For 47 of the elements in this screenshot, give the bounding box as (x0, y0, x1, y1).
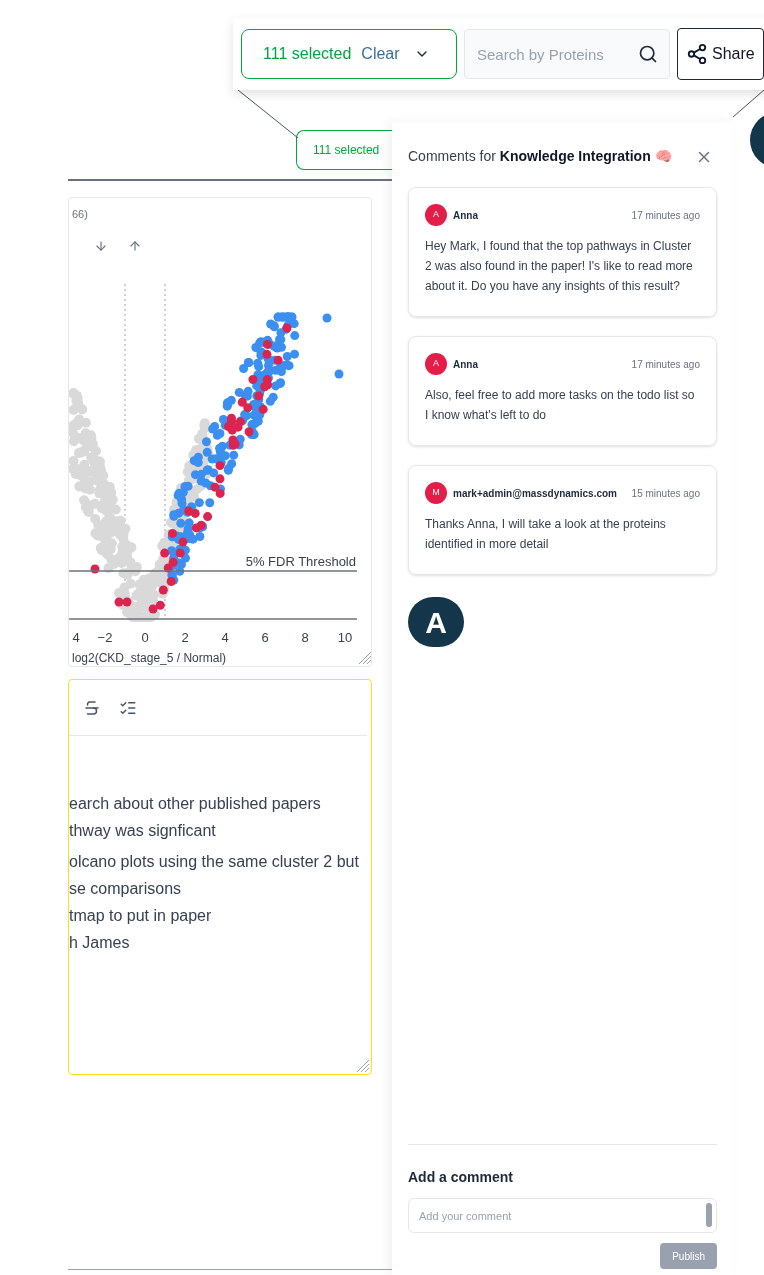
strikethrough-icon[interactable] (83, 698, 101, 717)
comment-time: 17 minutes ago (631, 357, 700, 372)
avatar: A (425, 204, 447, 226)
axis-tick-label: 6 (261, 630, 269, 645)
selection-count: 111 selected (263, 44, 352, 64)
callout-connector (236, 88, 300, 140)
search-icon[interactable] (638, 44, 658, 64)
axis-tick-label: 8 (301, 630, 309, 645)
note-line: tmap to put in paper (69, 906, 213, 926)
comment-text: Thanks Anna, I will take a look at the proteins identified in more detail (425, 516, 667, 553)
selection-dropdown[interactable]: 111 selected Clear (241, 29, 457, 79)
axis-tick-label: 0 (141, 630, 149, 645)
panel-title: Comments for Knowledge Integration 🧠 (408, 147, 672, 166)
comment-time: 15 minutes ago (631, 486, 700, 501)
clear-link[interactable]: Clear (361, 42, 400, 66)
note-line: earch about other published papers (69, 794, 322, 814)
arrow-down-icon[interactable] (94, 239, 108, 253)
note-line: thway was signficant (69, 821, 217, 841)
axis-tick-label: −2 (97, 630, 113, 645)
comment-text: Also, feel free to add more tasks on the todo list so I know what's left to do (425, 387, 696, 424)
plot-title: 66) (72, 208, 88, 220)
scrollbar-thumb[interactable] (706, 1203, 712, 1227)
axis-label: log2(CKD_stage_5 / Normal) (72, 651, 227, 665)
resize-handle-icon[interactable] (356, 1059, 370, 1073)
comment-text: Hey Mark, I found that the top pathways in Cluster 2 was also found in the paper! I's like to read more about it. Do you have any insights of this result? (425, 238, 694, 295)
comment-author: Anna (453, 357, 478, 372)
avatar: A (425, 353, 447, 375)
resize-handle-icon[interactable] (358, 651, 372, 665)
axis-tick-label: 10 (337, 630, 353, 645)
search-field[interactable]: Search by Proteins (464, 29, 670, 79)
axis-tick-label: 4 (72, 630, 80, 645)
avatar: M (425, 482, 447, 504)
comment-input[interactable]: Add your comment (408, 1198, 717, 1233)
note-line: olcano plots using the same cluster 2 but (69, 852, 360, 872)
note-line: se comparisons (69, 879, 183, 899)
add-comment-heading: Add a comment (408, 1168, 514, 1187)
threshold-label: 5% FDR Threshold (245, 554, 356, 569)
callout-connector (732, 88, 764, 118)
share-button[interactable]: Share (677, 28, 764, 80)
comment-author: mark+admin@massdynamics.com (453, 486, 617, 501)
axis-tick-label: 4 (221, 630, 229, 645)
share-icon (686, 43, 708, 65)
comment-time: 17 minutes ago (631, 208, 700, 223)
note-line: h James (69, 933, 131, 953)
axis-tick-label: 2 (181, 630, 189, 645)
logo: A (408, 597, 464, 647)
comment-author: Anna (453, 208, 478, 223)
